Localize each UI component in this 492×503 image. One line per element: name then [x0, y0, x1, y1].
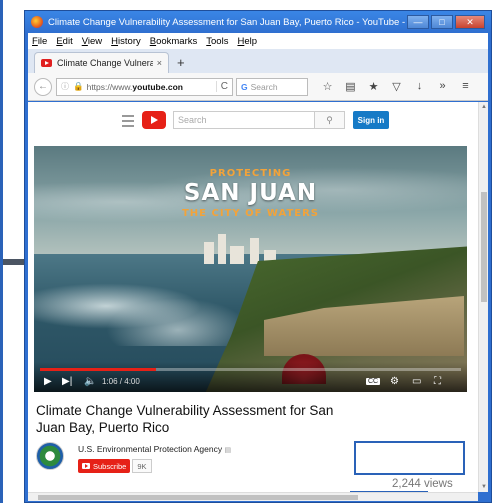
browser-search-placeholder: Search [250, 81, 278, 92]
firefox-window: Climate Change Vulnerability Assessment … [24, 10, 492, 503]
info-icon[interactable]: ⓘ [61, 81, 69, 92]
menu-tools[interactable]: Tools [206, 36, 228, 47]
youtube-play-icon [82, 463, 90, 469]
youtube-logo-icon[interactable] [142, 111, 166, 129]
volume-icon[interactable]: 🔈 [84, 376, 96, 387]
sign-in-button[interactable]: Sign in [353, 111, 389, 129]
fullscreen-icon[interactable]: ⛶ [434, 376, 441, 387]
time-display: 1:06 / 4:00 [102, 377, 140, 386]
navigation-toolbar: ← ⓘ 🔒 https://www.youtube.con C G Search… [28, 73, 488, 101]
background-border [0, 0, 3, 503]
video-overlay-line3: THE CITY OF WATERS [181, 208, 320, 219]
pocket-icon[interactable]: ▽ [385, 80, 408, 93]
theater-mode-icon[interactable]: ▭ [412, 376, 421, 387]
progress-fill [40, 368, 156, 371]
youtube-favicon-icon [41, 59, 52, 67]
subscriber-count: 9K [132, 459, 152, 473]
maximize-button[interactable]: □ [431, 15, 453, 29]
horizontal-scroll-thumb[interactable] [38, 495, 358, 500]
youtube-search-input[interactable]: Search [173, 111, 315, 129]
close-button[interactable]: ✕ [455, 15, 485, 29]
google-icon: G [241, 81, 248, 92]
vertical-scrollbar[interactable]: ▲ ▼ [478, 102, 488, 492]
home-icon[interactable]: ★ [362, 80, 385, 93]
menu-help[interactable]: Help [237, 36, 257, 47]
youtube-header: Search ⚲ Sign in [28, 102, 478, 142]
menu-file[interactable]: File [32, 36, 47, 47]
menu-edit[interactable]: Edit [56, 36, 72, 47]
epa-logo-icon[interactable] [36, 442, 64, 470]
channel-name[interactable]: U.S. Environmental Protection Agency ▤ [78, 444, 231, 454]
subscribe-group: Subscribe 9K [78, 459, 152, 473]
video-title: Climate Change Vulnerability Assessment … [36, 403, 334, 435]
play-icon[interactable]: ▶ [44, 376, 52, 387]
menu-bar: File Edit View History Bookmarks Tools H… [28, 33, 488, 49]
minimize-button[interactable]: — [407, 15, 429, 29]
tab-title: Climate Change Vulnerabil... [57, 58, 153, 68]
player-controls: ▶ ▶| 🔈 1:06 / 4:00 CC ⚙ ▭ ⛶ [34, 362, 467, 392]
menu-history[interactable]: History [111, 36, 141, 47]
url-bar[interactable]: ⓘ 🔒 https://www.youtube.con C [56, 77, 233, 96]
reading-list-icon[interactable]: ▤ [339, 80, 362, 93]
lock-icon: 🔒 [73, 81, 84, 91]
background-panel [0, 0, 24, 503]
window-controls: — □ ✕ [407, 15, 485, 29]
title-bar[interactable]: Climate Change Vulnerability Assessment … [25, 11, 491, 33]
reload-button[interactable]: C [215, 81, 228, 92]
video-overlay-line2: SAN JUAN [183, 180, 318, 206]
scroll-down-icon[interactable]: ▼ [481, 484, 487, 490]
overflow-icon[interactable]: » [431, 80, 454, 93]
url-text: https://www.youtube.con [86, 81, 183, 92]
menu-bookmarks[interactable]: Bookmarks [150, 36, 198, 47]
bookmark-star-icon[interactable]: ☆ [316, 80, 339, 93]
next-icon[interactable]: ▶| [62, 376, 72, 387]
subscribe-button[interactable]: Subscribe [78, 459, 131, 473]
captions-icon[interactable]: CC [366, 378, 381, 385]
window-title: Climate Change Vulnerability Assessment … [48, 16, 407, 28]
vertical-scroll-thumb[interactable] [481, 192, 487, 302]
menu-view[interactable]: View [82, 36, 102, 47]
guide-menu-icon[interactable] [122, 115, 134, 130]
view-count: 2,244 views [392, 478, 453, 490]
highlight-box [354, 441, 465, 475]
toolbar-icons: ☆ ▤ ★ ▽ ↓ » ≡ [316, 80, 477, 93]
horizontal-scrollbar[interactable] [28, 492, 478, 501]
new-tab-button[interactable]: + [177, 55, 185, 70]
progress-bar[interactable] [40, 368, 461, 371]
search-icon[interactable]: ⚲ [315, 111, 345, 129]
browser-search-input[interactable]: G Search [236, 77, 308, 96]
firefox-icon [31, 16, 43, 28]
back-button[interactable]: ← [34, 77, 52, 96]
settings-gear-icon[interactable]: ⚙ [390, 376, 399, 387]
tab-close-icon[interactable]: × [157, 58, 162, 68]
download-icon[interactable]: ↓ [408, 80, 431, 93]
page-content: Search ⚲ Sign in PROTECTING SAN JUAN THE… [28, 102, 478, 492]
video-player[interactable]: PROTECTING SAN JUAN THE CITY OF WATERS ▶… [34, 146, 467, 392]
tab-youtube[interactable]: Climate Change Vulnerabil... × [34, 52, 169, 73]
screen: Climate Change Vulnerability Assessment … [0, 0, 492, 503]
tab-bar: Climate Change Vulnerabil... × + [28, 49, 488, 73]
video-overlay-line1: PROTECTING [209, 168, 292, 179]
hamburger-menu-icon[interactable]: ≡ [454, 80, 477, 93]
scroll-up-icon[interactable]: ▲ [481, 104, 487, 110]
